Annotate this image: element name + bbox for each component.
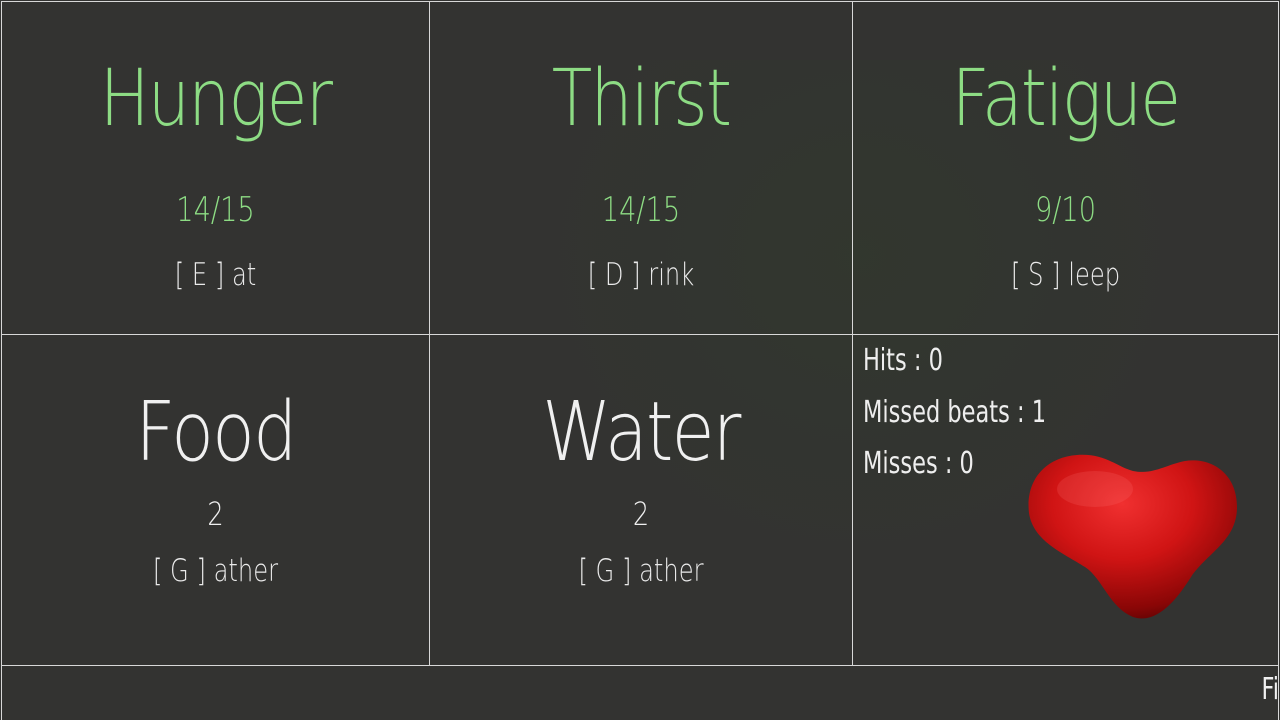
hits-counter: Hits : 0 — [863, 343, 943, 378]
eat-action[interactable]: [ E ] at — [49, 257, 382, 293]
thirst-title: Thirst — [551, 54, 732, 144]
hunger-title: Hunger — [99, 54, 333, 144]
heartbeat-panel: Hits : 0 Missed beats : 1 Misses : 0 — [852, 334, 1279, 666]
gather-food-action[interactable]: [ G ] ather — [49, 553, 382, 589]
water-panel: Water 2 [ G ] ather — [429, 334, 853, 666]
fatigue-panel: Fatigue 9/10 [ S ] leep — [852, 1, 1279, 335]
drink-action[interactable]: [ D ] rink — [476, 257, 805, 293]
hunger-value: 14/15 — [176, 190, 255, 230]
food-panel: Food 2 [ G ] ather — [1, 334, 430, 666]
thirst-panel: Thirst 14/15 [ D ] rink — [429, 1, 853, 335]
food-title: Food — [135, 385, 297, 480]
game-grid: Hunger 14/15 [ E ] at Thirst 14/15 [ D ]… — [0, 0, 1280, 720]
footer-bar: Fi — [1, 665, 1279, 720]
hunger-panel: Hunger 14/15 [ E ] at — [1, 1, 430, 335]
water-count: 2 — [632, 495, 650, 533]
missed-beats-counter: Missed beats : 1 — [863, 395, 1047, 430]
sleep-action[interactable]: [ S ] leep — [900, 257, 1232, 293]
fire-button[interactable]: Fi — [1262, 672, 1279, 707]
thirst-value: 14/15 — [601, 190, 681, 230]
food-count: 2 — [207, 495, 224, 533]
water-title: Water — [542, 385, 741, 480]
misses-counter: Misses : 0 — [863, 446, 974, 481]
heart-icon[interactable] — [1025, 449, 1239, 623]
gather-water-action[interactable]: [ G ] ather — [476, 553, 805, 589]
fatigue-value: 9/10 — [1034, 190, 1097, 230]
fatigue-title: Fatigue — [951, 54, 1182, 144]
